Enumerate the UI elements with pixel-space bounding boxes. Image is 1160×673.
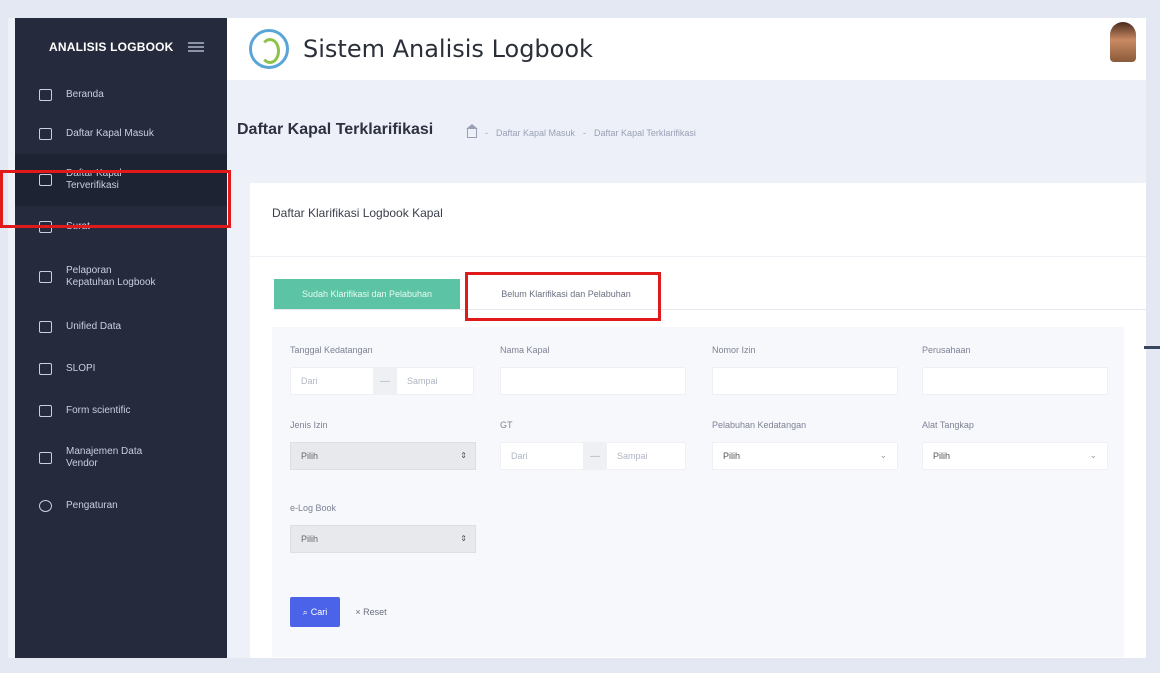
- select-value: Pilih: [723, 451, 741, 461]
- jenis-izin-select[interactable]: Pilih ⇕: [290, 442, 476, 470]
- breadcrumb-item: Daftar Kapal Terklarifikasi: [594, 128, 696, 138]
- chevron-down-icon: ⌄: [879, 450, 887, 460]
- calendar-icon: [39, 128, 52, 140]
- highlight-box-tab: [465, 272, 661, 321]
- sidebar-item-label: Daftar Kapal Masuk: [66, 127, 154, 139]
- app-logo: [249, 29, 289, 69]
- page-header: Daftar Kapal Terklarifikasi - Daftar Kap…: [227, 80, 1146, 176]
- sidebar: ANALISIS LOGBOOK Beranda Daftar Kapal Ma…: [15, 18, 227, 658]
- home-icon[interactable]: [466, 123, 478, 138]
- brand: ANALISIS LOGBOOK: [15, 18, 227, 76]
- sidebar-item-pelaporan[interactable]: Pelaporan Kepatuhan Logbook: [15, 248, 227, 306]
- alat-tangkap-label: Alat Tangkap: [922, 420, 974, 430]
- sidebar-item-label: SLOPI: [66, 362, 96, 374]
- select-value: Pilih: [301, 534, 319, 544]
- select-value: Pilih: [301, 451, 319, 461]
- menu-toggle-icon[interactable]: [187, 42, 204, 52]
- elogbook-select[interactable]: Pilih ⇕: [290, 525, 476, 553]
- sidebar-item-form-scientific[interactable]: Form scientific: [15, 390, 227, 432]
- tab-underline: [274, 309, 1146, 310]
- perusahaan-label: Perusahaan: [922, 345, 971, 355]
- breadcrumb-item[interactable]: Daftar Kapal Masuk: [496, 128, 575, 138]
- sidebar-item-label: Unified Data: [66, 320, 122, 332]
- filter-panel: Tanggal Kedatangan Dari — Sampai Nama Ka…: [272, 327, 1124, 657]
- sidebar-item-label: Pelaporan Kepatuhan Logbook: [66, 264, 156, 289]
- avatar[interactable]: [1110, 22, 1136, 62]
- select-caret-icon: ⇕: [460, 534, 467, 543]
- calendar-icon: [39, 452, 52, 464]
- highlight-box-sidebar: [0, 170, 231, 228]
- sidebar-item-label: Pengaturan: [66, 499, 118, 511]
- breadcrumb: - Daftar Kapal Masuk - Daftar Kapal Terk…: [466, 123, 696, 138]
- breadcrumb-sep: -: [583, 128, 587, 138]
- nomor-izin-label: Nomor Izin: [712, 345, 756, 355]
- select-value: Pilih: [933, 451, 951, 461]
- sidebar-item-slopi[interactable]: SLOPI: [15, 348, 227, 390]
- calendar-icon: [39, 321, 52, 333]
- sidebar-item-label: Form scientific: [66, 404, 131, 416]
- nama-kapal-label: Nama Kapal: [500, 345, 550, 355]
- calendar-icon: [39, 363, 52, 375]
- sidebar-item-beranda[interactable]: Beranda: [15, 76, 227, 114]
- alat-tangkap-select[interactable]: Pilih ⌄: [922, 442, 1108, 470]
- app-title: Sistem Analisis Logbook: [303, 35, 593, 63]
- sidebar-item-daftar-kapal-masuk[interactable]: Daftar Kapal Masuk: [15, 114, 227, 154]
- sidebar-item-label: Beranda: [66, 88, 104, 100]
- calendar-icon: [39, 271, 52, 283]
- jenis-izin-label: Jenis Izin: [290, 420, 328, 430]
- edge-marker: [1144, 346, 1160, 349]
- calendar-icon: [39, 405, 52, 417]
- top-header: Sistem Analisis Logbook: [227, 18, 1146, 80]
- page-title: Daftar Kapal Terklarifikasi: [237, 121, 434, 138]
- brand-label: ANALISIS LOGBOOK: [49, 40, 174, 54]
- gt-from-input[interactable]: Dari: [500, 442, 584, 470]
- search-button[interactable]: ⌕ Cari: [290, 597, 340, 627]
- tab-sudah-klarifikasi[interactable]: Sudah Klarifikasi dan Pelabuhan: [274, 279, 460, 309]
- gear-icon: [39, 500, 52, 512]
- monitor-icon: [39, 89, 52, 101]
- tanggal-to-input[interactable]: Sampai: [396, 367, 474, 395]
- range-separator: —: [584, 442, 606, 470]
- reset-button[interactable]: × Reset: [348, 597, 394, 627]
- elogbook-label: e-Log Book: [290, 503, 337, 513]
- nama-kapal-input[interactable]: [500, 367, 686, 395]
- select-caret-icon: ⇕: [460, 451, 467, 460]
- gt-to-input[interactable]: Sampai: [606, 442, 686, 470]
- content-card: Daftar Klarifikasi Logbook Kapal Sudah K…: [250, 183, 1146, 658]
- search-icon: ⌕: [302, 606, 308, 617]
- sidebar-item-label: Manajemen Data Vendor: [66, 445, 143, 470]
- search-button-label: Cari: [310, 607, 328, 617]
- card-title: Daftar Klarifikasi Logbook Kapal: [272, 206, 443, 220]
- sidebar-item-pengaturan[interactable]: Pengaturan: [15, 484, 227, 528]
- chevron-down-icon: ⌄: [1089, 450, 1097, 460]
- pelabuhan-label: Pelabuhan Kedatangan: [712, 420, 807, 430]
- gt-label: GT: [500, 420, 513, 430]
- pelabuhan-select[interactable]: Pilih ⌄: [712, 442, 898, 470]
- nomor-izin-input[interactable]: [712, 367, 898, 395]
- perusahaan-input[interactable]: [922, 367, 1108, 395]
- range-separator: —: [374, 367, 396, 395]
- sidebar-item-manajemen-vendor[interactable]: Manajemen Data Vendor: [15, 432, 227, 484]
- tanggal-label: Tanggal Kedatangan: [290, 345, 373, 355]
- breadcrumb-sep: -: [485, 128, 488, 138]
- divider: [250, 256, 1146, 257]
- tanggal-from-input[interactable]: Dari: [290, 367, 374, 395]
- sidebar-item-unified-data[interactable]: Unified Data: [15, 306, 227, 348]
